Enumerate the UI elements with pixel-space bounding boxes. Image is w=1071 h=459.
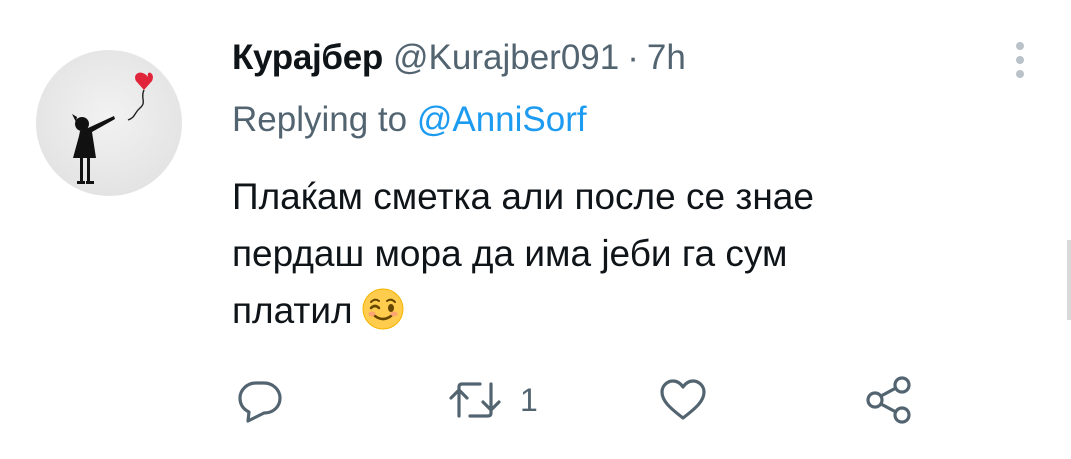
girl-with-balloon-image bbox=[72, 72, 153, 184]
avatar[interactable] bbox=[36, 50, 182, 196]
scrollbar[interactable] bbox=[1067, 240, 1071, 320]
separator-dot: · bbox=[627, 38, 639, 77]
tweet-text-line: Плаќам сметка али после се знае bbox=[232, 176, 814, 217]
tweet-text-line-text: платил bbox=[232, 290, 353, 331]
share-button[interactable] bbox=[864, 370, 914, 430]
tweet-text-line: платил bbox=[232, 282, 1012, 347]
tweet[interactable]: Курајбер @Kurajber091 · 7h Replying to @… bbox=[0, 0, 1071, 459]
tweet-header: Курајбер @Kurajber091 · 7h bbox=[232, 38, 686, 88]
tweet-text-line: пердаш мора да има јеби га сум bbox=[232, 233, 788, 274]
retweet-count: 1 bbox=[520, 381, 538, 418]
reply-icon bbox=[238, 381, 282, 423]
user-handle[interactable]: @Kurajber091 bbox=[393, 38, 619, 78]
timestamp[interactable]: 7h bbox=[647, 38, 686, 78]
share-icon bbox=[866, 376, 911, 424]
tweet-text: Плаќам сметка али после се знае пердаш м… bbox=[232, 168, 1012, 347]
heart-icon bbox=[660, 379, 706, 420]
replying-to-label: Replying to bbox=[232, 100, 408, 139]
display-name[interactable]: Курајбер bbox=[232, 38, 383, 78]
replying-to: Replying to @AnniSorf bbox=[232, 100, 587, 140]
retweet-icon bbox=[449, 382, 501, 418]
winking-face-icon bbox=[361, 287, 405, 347]
replying-to-mention[interactable]: @AnniSorf bbox=[417, 100, 587, 139]
like-button[interactable] bbox=[658, 370, 708, 430]
reply-button[interactable] bbox=[236, 370, 284, 430]
retweet-button[interactable]: 1 bbox=[448, 370, 538, 430]
more-vertical-icon[interactable] bbox=[1003, 38, 1039, 82]
tweet-actions: 1 bbox=[0, 370, 1071, 430]
